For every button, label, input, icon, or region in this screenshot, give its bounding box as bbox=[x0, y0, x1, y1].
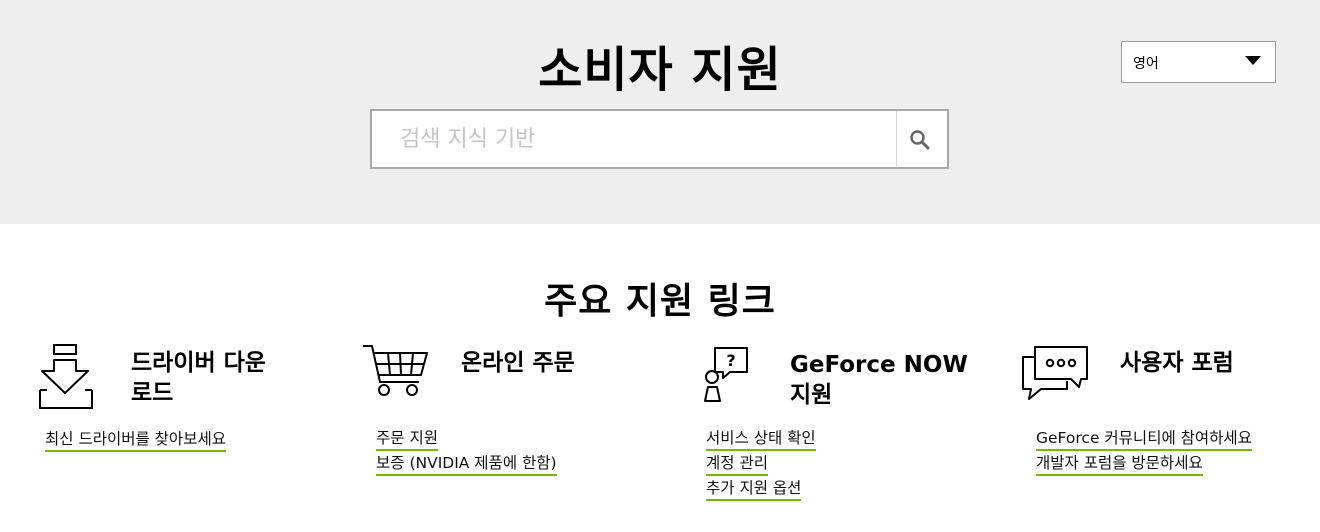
card-title: 온라인 주문 bbox=[461, 350, 575, 376]
link-developer-forums[interactable]: 개발자 포럼을 방문하세요 bbox=[1036, 454, 1252, 479]
chevron-down-icon bbox=[1245, 56, 1261, 65]
search-button[interactable] bbox=[897, 111, 947, 167]
card-title: GeForce NOW 지원 bbox=[790, 352, 968, 408]
link-warranty[interactable]: 보증 (NVIDIA 제품에 한함) bbox=[376, 454, 557, 479]
cart-icon bbox=[363, 345, 428, 396]
card-links: 서비스 상태 확인 계정 관리 추가 지원 옵션 bbox=[706, 429, 816, 504]
card-links: GeForce 커뮤니티에 참여하세요 개발자 포럼을 방문하세요 bbox=[1036, 429, 1252, 479]
search-input[interactable] bbox=[372, 111, 896, 167]
card-title: 사용자 포럼 bbox=[1120, 350, 1234, 376]
search-icon bbox=[910, 130, 930, 150]
chat-bubbles-icon bbox=[1022, 346, 1088, 400]
language-select-value: 영어 bbox=[1133, 56, 1159, 72]
svg-text:?: ? bbox=[726, 351, 735, 370]
link-more-support-options[interactable]: 추가 지원 옵션 bbox=[706, 479, 816, 504]
card-title: 드라이버 다운 로드 bbox=[131, 350, 266, 406]
link-find-latest-drivers[interactable]: 최신 드라이버를 찾아보세요 bbox=[45, 430, 226, 455]
language-select[interactable]: 영어 bbox=[1121, 41, 1276, 83]
link-order-support[interactable]: 주문 지원 bbox=[376, 429, 557, 454]
download-icon bbox=[39, 344, 93, 409]
link-account-management[interactable]: 계정 관리 bbox=[706, 454, 816, 479]
search-bar bbox=[370, 109, 949, 169]
card-links: 최신 드라이버를 찾아보세요 bbox=[45, 430, 226, 455]
link-service-status[interactable]: 서비스 상태 확인 bbox=[706, 429, 816, 454]
section-title: 주요 지원 링크 bbox=[544, 281, 776, 322]
link-geforce-community[interactable]: GeForce 커뮤니티에 참여하세요 bbox=[1036, 429, 1252, 454]
hero-banner: 소비자 지원 영어 bbox=[0, 0, 1320, 224]
card-links: 주문 지원 보증 (NVIDIA 제품에 한함) bbox=[376, 429, 557, 479]
support-person-icon: ? bbox=[704, 347, 748, 402]
